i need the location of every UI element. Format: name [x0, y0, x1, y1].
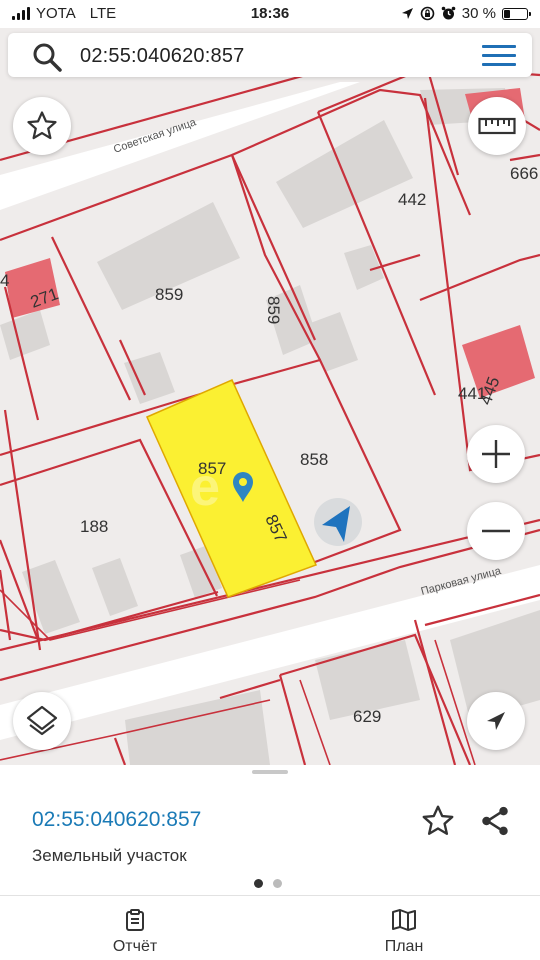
tab-plan[interactable]: План	[344, 908, 464, 956]
clipboard-icon	[126, 909, 144, 931]
parcel-label: 4	[0, 271, 9, 290]
parcel-label: 859	[264, 296, 283, 324]
parcel-info-sheet[interactable]: 02:55:040620:857 Земельный участок	[0, 765, 540, 895]
battery-percent: 30 %	[461, 5, 496, 22]
battery-icon	[502, 7, 531, 20]
map-canvas[interactable]: e Советская улица Парковая улица 442 666…	[0, 28, 540, 765]
tab-plan-label: План	[384, 938, 424, 955]
layers-icon	[26, 705, 58, 736]
tab-report-label: Отчёт	[112, 938, 158, 955]
status-bar: YOTA LTE 18:36 30 %	[0, 0, 540, 28]
star-icon	[27, 111, 57, 140]
status-icons: 30 %	[401, 5, 531, 22]
navigation-arrow-icon	[487, 712, 505, 730]
search-icon[interactable]	[32, 42, 62, 72]
share-icon[interactable]	[478, 803, 512, 839]
favorite-parcel-star-icon[interactable]	[420, 803, 456, 839]
favorite-button[interactable]	[13, 97, 71, 155]
search-input[interactable]: 02:55:040620:857	[80, 45, 244, 68]
minus-icon	[482, 529, 510, 533]
hamburger-menu-icon[interactable]	[482, 45, 516, 67]
cadastral-map[interactable]: e Советская улица Парковая улица 442 666…	[0, 28, 540, 765]
user-location-icon	[314, 498, 362, 546]
ruler-button[interactable]	[468, 97, 526, 155]
parcel-label: 666	[510, 164, 538, 183]
building	[0, 310, 50, 360]
parcel-cadastral-number[interactable]: 02:55:040620:857	[32, 808, 201, 832]
zoom-in-button[interactable]	[467, 425, 525, 483]
layers-button[interactable]	[13, 692, 71, 750]
map-icon	[392, 909, 416, 931]
parcel-label: 188	[80, 517, 108, 536]
alarm-clock-icon	[441, 6, 456, 20]
tab-report[interactable]: Отчёт	[75, 908, 195, 956]
page-dot-active	[254, 879, 263, 888]
parcel-label: 442	[398, 190, 426, 209]
bottom-tab-bar: Отчёт План	[0, 895, 540, 960]
parcel-label: 629	[353, 707, 381, 726]
selected-parcel-857[interactable]	[146, 379, 318, 598]
ruler-icon	[478, 117, 516, 135]
screen-lock-icon	[420, 6, 435, 21]
location-arrow-icon	[401, 8, 413, 19]
page-dot	[273, 879, 282, 888]
search-bar[interactable]: 02:55:040620:857	[8, 33, 532, 77]
locate-button[interactable]	[467, 692, 525, 750]
building	[124, 352, 175, 404]
building	[92, 558, 138, 616]
page-indicator	[254, 879, 282, 888]
zoom-out-button[interactable]	[467, 502, 525, 560]
parcel-type-label: Земельный участок	[32, 846, 187, 865]
parcel-label: 859	[155, 285, 183, 304]
sheet-grabber[interactable]	[252, 770, 288, 774]
parcel-label: 857	[198, 459, 226, 478]
plus-icon	[482, 440, 510, 468]
parcel-label: 858	[300, 450, 328, 469]
